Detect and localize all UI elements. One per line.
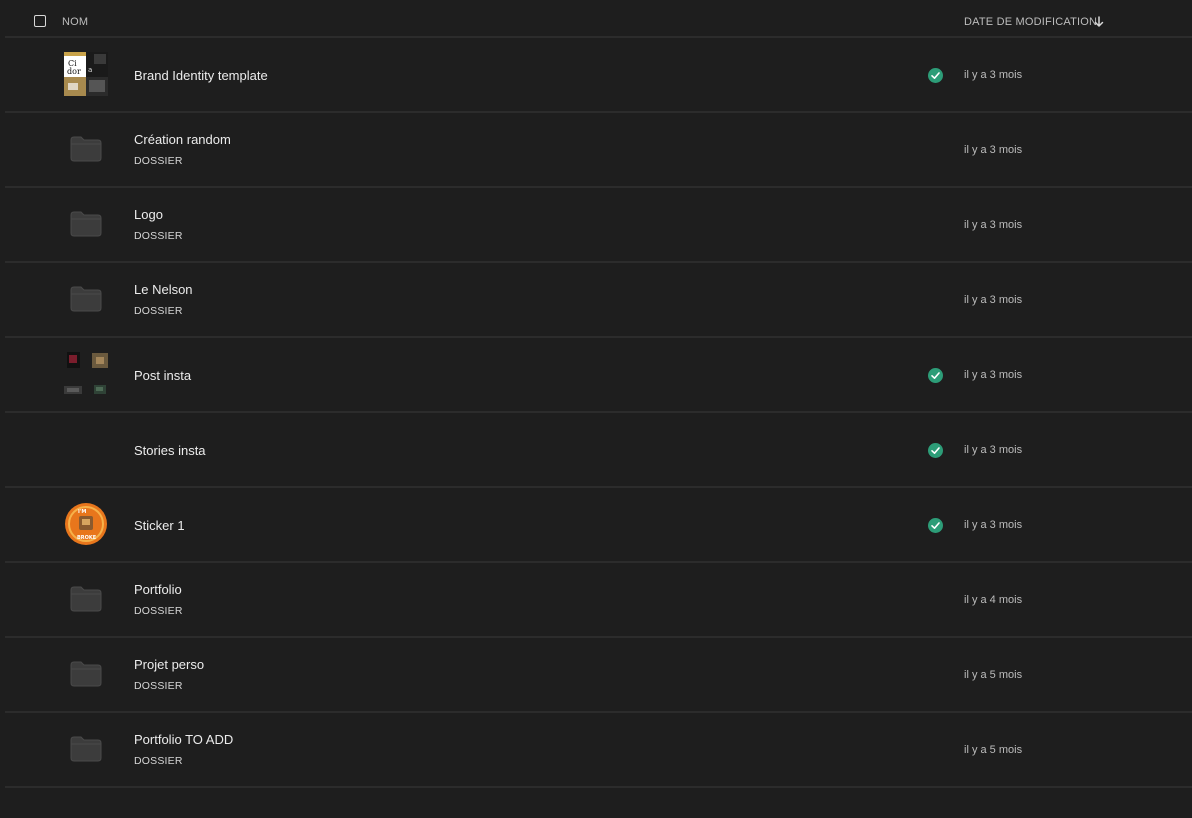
modified-date: il y a 3 mois [964, 444, 1023, 456]
file-type-label: DOSSIER [134, 755, 183, 767]
folder-icon [70, 586, 102, 612]
brand-identity-thumbnail: Ci dor a [64, 52, 108, 96]
modified-date: il y a 3 mois [964, 69, 1023, 81]
post-insta-thumbnail [64, 352, 108, 394]
file-list: NOM DATE DE MODIFICATION Ci dor a Brand … [5, 0, 1192, 788]
modified-date: il y a 5 mois [964, 744, 1023, 756]
list-header: NOM DATE DE MODIFICATION [5, 0, 1192, 38]
file-row[interactable]: Stories insta il y a 3 mois [5, 413, 1192, 488]
svg-text:dor: dor [67, 67, 81, 76]
folder-icon [70, 136, 102, 162]
modified-date: il y a 4 mois [964, 594, 1023, 606]
file-name[interactable]: Stories insta [134, 443, 206, 458]
check-circle-icon [928, 68, 943, 83]
file-row[interactable]: Logo DOSSIER il y a 3 mois [5, 188, 1192, 263]
file-row[interactable]: Portfolio DOSSIER il y a 4 mois [5, 563, 1192, 638]
select-all-checkbox[interactable] [34, 15, 46, 27]
file-type-label: DOSSIER [134, 305, 183, 317]
file-type-label: DOSSIER [134, 230, 183, 242]
folder-icon [70, 736, 102, 762]
column-header-date[interactable]: DATE DE MODIFICATION [964, 16, 1097, 28]
check-circle-icon [928, 443, 943, 458]
check-circle-icon [928, 518, 943, 533]
svg-text:BROKE: BROKE [77, 535, 97, 541]
file-row[interactable]: Ci dor a Brand Identity template il y a … [5, 38, 1192, 113]
svg-text:I'M: I'M [78, 509, 86, 515]
folder-icon [70, 661, 102, 687]
file-name[interactable]: Projet perso [134, 657, 204, 672]
modified-date: il y a 3 mois [964, 519, 1023, 531]
file-name[interactable]: Post insta [134, 368, 191, 383]
file-name[interactable]: Le Nelson [134, 282, 193, 297]
file-type-label: DOSSIER [134, 155, 183, 167]
modified-date: il y a 3 mois [964, 294, 1023, 306]
file-row[interactable]: I'M BROKE Sticker 1 il y a 3 mois [5, 488, 1192, 563]
sticker-thumbnail: I'M BROKE [65, 503, 107, 545]
file-row[interactable]: Portfolio TO ADD DOSSIER il y a 5 mois [5, 713, 1192, 788]
file-row[interactable]: Le Nelson DOSSIER il y a 3 mois [5, 263, 1192, 338]
folder-icon [70, 211, 102, 237]
folder-icon [70, 286, 102, 312]
file-row[interactable]: Création random DOSSIER il y a 3 mois [5, 113, 1192, 188]
file-type-label: DOSSIER [134, 680, 183, 692]
arrow-down-icon[interactable] [1094, 16, 1104, 28]
modified-date: il y a 3 mois [964, 369, 1023, 381]
modified-date: il y a 3 mois [964, 144, 1023, 156]
file-name[interactable]: Portfolio [134, 582, 182, 597]
file-name[interactable]: Logo [134, 207, 163, 222]
file-name[interactable]: Portfolio TO ADD [134, 732, 233, 747]
file-name[interactable]: Brand Identity template [134, 68, 268, 83]
check-circle-icon [928, 368, 943, 383]
column-header-name[interactable]: NOM [62, 16, 88, 28]
modified-date: il y a 5 mois [964, 669, 1023, 681]
file-name[interactable]: Sticker 1 [134, 518, 185, 533]
file-type-label: DOSSIER [134, 605, 183, 617]
file-name[interactable]: Création random [134, 132, 231, 147]
modified-date: il y a 3 mois [964, 219, 1023, 231]
svg-text:a: a [88, 66, 92, 74]
file-row[interactable]: Projet perso DOSSIER il y a 5 mois [5, 638, 1192, 713]
file-row[interactable]: Post insta il y a 3 mois [5, 338, 1192, 413]
